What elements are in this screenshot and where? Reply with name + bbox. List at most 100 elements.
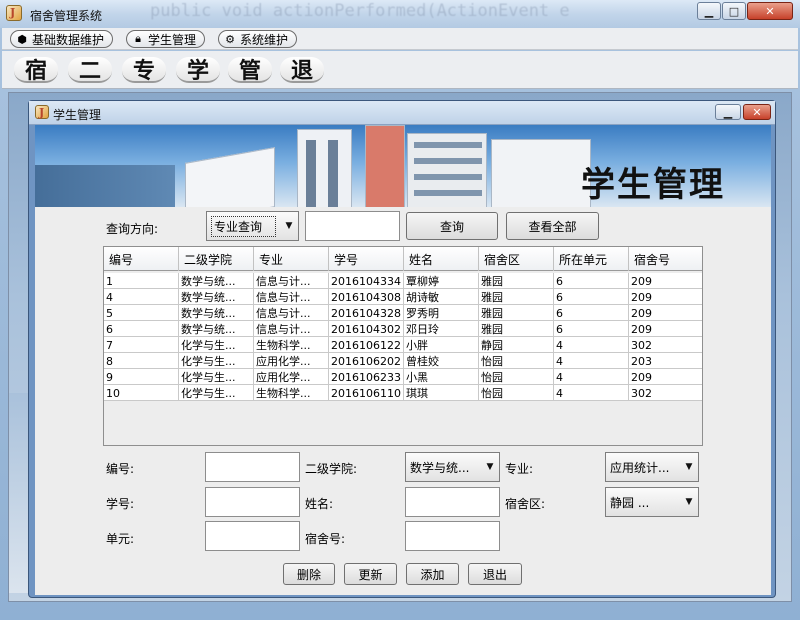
table-cell: 雅园 [479, 305, 554, 321]
menu-system-maintenance[interactable]: ⚙ 系统维护 [218, 30, 298, 48]
column-header[interactable]: 宿舍区 [479, 247, 554, 271]
table-cell: 4 [554, 337, 629, 353]
minimize-icon: ▁ [704, 4, 714, 18]
delete-button[interactable]: 删除 [283, 563, 335, 585]
frame-close-icon: ✕ [752, 105, 762, 119]
table-cell: 209 [631, 322, 652, 336]
column-header[interactable]: 所在单元 [554, 247, 629, 271]
close-button[interactable]: ✕ [747, 2, 793, 20]
background-code-text: public void actionPerformed(ActionEvent … [150, 1, 570, 21]
table-cell: 2016106233 [329, 369, 404, 385]
table-row[interactable]: 4 数学与统... 信息与计... 2016104308 胡诗敏 雅园 6 209 [104, 289, 702, 305]
exit-button[interactable]: 退出 [468, 563, 522, 585]
table-cell: 9 [104, 369, 179, 385]
table-row[interactable]: 1 数学与统... 信息与计... 2016104334 覃柳婷 雅园 6 209 [104, 273, 702, 289]
toolbar-button-college[interactable]: 二 [68, 57, 112, 84]
table-cell: 化学与生... [179, 369, 254, 385]
table-cell: 209 [631, 274, 652, 288]
table-cell: 2016106202 [329, 353, 404, 369]
column-header[interactable]: 二级学院 [179, 247, 254, 271]
java-frame-icon [35, 105, 49, 119]
dorm-area-select[interactable]: 静园 ... ▼ [605, 487, 699, 517]
table-cell: 1 [104, 273, 179, 289]
table-cell: 信息与计... [254, 321, 329, 337]
main-window: 宿舍管理系统 public void actionPerformed(Actio… [0, 0, 800, 620]
table-cell: 曾桂姣 [404, 353, 479, 369]
gear-icon: ⚙ [225, 32, 235, 46]
minimize-button[interactable]: ▁ [697, 2, 721, 20]
table-cell: 琪琪 [404, 385, 479, 401]
table-row[interactable]: 9 化学与生... 应用化学... 2016106233 小黑 怡园 4 209 [104, 369, 702, 385]
column-header[interactable]: 宿舍号 [629, 247, 702, 271]
menu-student-management[interactable]: 🔒︎ 学生管理 [126, 30, 206, 48]
add-button[interactable]: 添加 [406, 563, 459, 585]
table-cell: 化学与生... [179, 353, 254, 369]
chevron-down-icon: ▼ [486, 462, 494, 472]
query-direction-label: 查询方向: [106, 222, 159, 236]
search-button[interactable]: 查询 [406, 212, 498, 240]
table-cell: 罗秀明 [404, 305, 479, 321]
unit-label: 单元: [106, 532, 135, 546]
table-cell: 化学与生... [179, 385, 254, 401]
frame-title: 学生管理 [53, 108, 102, 122]
menu-basic-data[interactable]: ⬢ 基础数据维护 [10, 30, 114, 48]
frame-minimize-icon: ▁ [723, 105, 733, 119]
table-cell: 6 [104, 321, 179, 337]
id-field[interactable] [205, 452, 300, 482]
toolbar-button-dorm[interactable]: 宿 [14, 57, 58, 84]
table-cell: 覃柳婷 [404, 273, 479, 289]
table-cell: 2016104308 [329, 289, 404, 305]
column-header[interactable]: 专业 [254, 247, 329, 271]
table-cell: 雅园 [479, 321, 554, 337]
table-cell: 209 [631, 306, 652, 320]
name-field[interactable] [405, 487, 500, 517]
student-no-label: 学号: [106, 497, 135, 511]
toolbar-button-student[interactable]: 学 [176, 57, 220, 84]
college-label: 二级学院: [305, 462, 358, 476]
table-cell: 数学与统... [179, 321, 254, 337]
column-header[interactable]: 姓名 [404, 247, 479, 271]
lock-icon: 🔒︎ [135, 32, 141, 45]
maximize-button[interactable]: □ [722, 2, 746, 20]
toolbar-button-major[interactable]: 专 [122, 57, 166, 84]
frame-minimize-button[interactable]: ▁ [715, 104, 741, 120]
table-cell: 怡园 [479, 353, 554, 369]
table-cell: 6 [554, 273, 629, 289]
table-body: 1 数学与统... 信息与计... 2016104334 覃柳婷 雅园 6 209 4 数学与统.… [104, 273, 702, 401]
room-field[interactable] [405, 521, 500, 551]
table-cell: 数学与统... [179, 305, 254, 321]
banner-title: 学生管理 [581, 165, 725, 205]
column-header[interactable]: 编号 [104, 247, 179, 271]
student-no-field[interactable] [205, 487, 300, 517]
unit-field[interactable] [205, 521, 300, 551]
table-cell: 雅园 [479, 289, 554, 305]
college-select[interactable]: 数学与统... ▼ [405, 452, 500, 482]
query-input[interactable] [305, 211, 400, 241]
column-header[interactable]: 学号 [329, 247, 404, 271]
frame-close-button[interactable]: ✕ [743, 104, 771, 120]
table-row[interactable]: 6 数学与统... 信息与计... 2016104302 邓日玲 雅园 6 209 [104, 321, 702, 337]
table-row[interactable]: 8 化学与生... 应用化学... 2016106202 曾桂姣 怡园 4 203 [104, 353, 702, 369]
table-cell: 生物科学... [254, 337, 329, 353]
major-select[interactable]: 应用统计... ▼ [605, 452, 699, 482]
table-cell: 203 [631, 354, 652, 368]
show-all-button[interactable]: 查看全部 [506, 212, 599, 240]
table-row[interactable]: 7 化学与生... 生物科学... 2016106122 小胖 静园 4 302 [104, 337, 702, 353]
table-cell: 6 [554, 321, 629, 337]
toolbar-button-manage[interactable]: 管 [228, 57, 272, 84]
query-direction-select[interactable]: 专业查询 ▼ [206, 211, 299, 241]
college-value: 数学与统... [410, 460, 470, 475]
table-row[interactable]: 5 数学与统... 信息与计... 2016104328 罗秀明 雅园 6 209 [104, 305, 702, 321]
table-cell: 209 [631, 370, 652, 384]
table-cell: 小胖 [404, 337, 479, 353]
table-row[interactable]: 10 化学与生... 生物科学... 2016106110 琪琪 怡园 4 302 [104, 385, 702, 401]
campus-banner-image: 学生管理 [35, 125, 771, 207]
table-cell: 4 [554, 353, 629, 369]
menu-basic-data-label: 基础数据维护 [32, 32, 105, 47]
update-button[interactable]: 更新 [344, 563, 397, 585]
table-cell: 应用化学... [254, 369, 329, 385]
toolbar-button-exit[interactable]: 退 [280, 57, 324, 84]
table-cell: 4 [554, 385, 629, 401]
table-cell: 6 [554, 305, 629, 321]
table-cell: 怡园 [479, 369, 554, 385]
